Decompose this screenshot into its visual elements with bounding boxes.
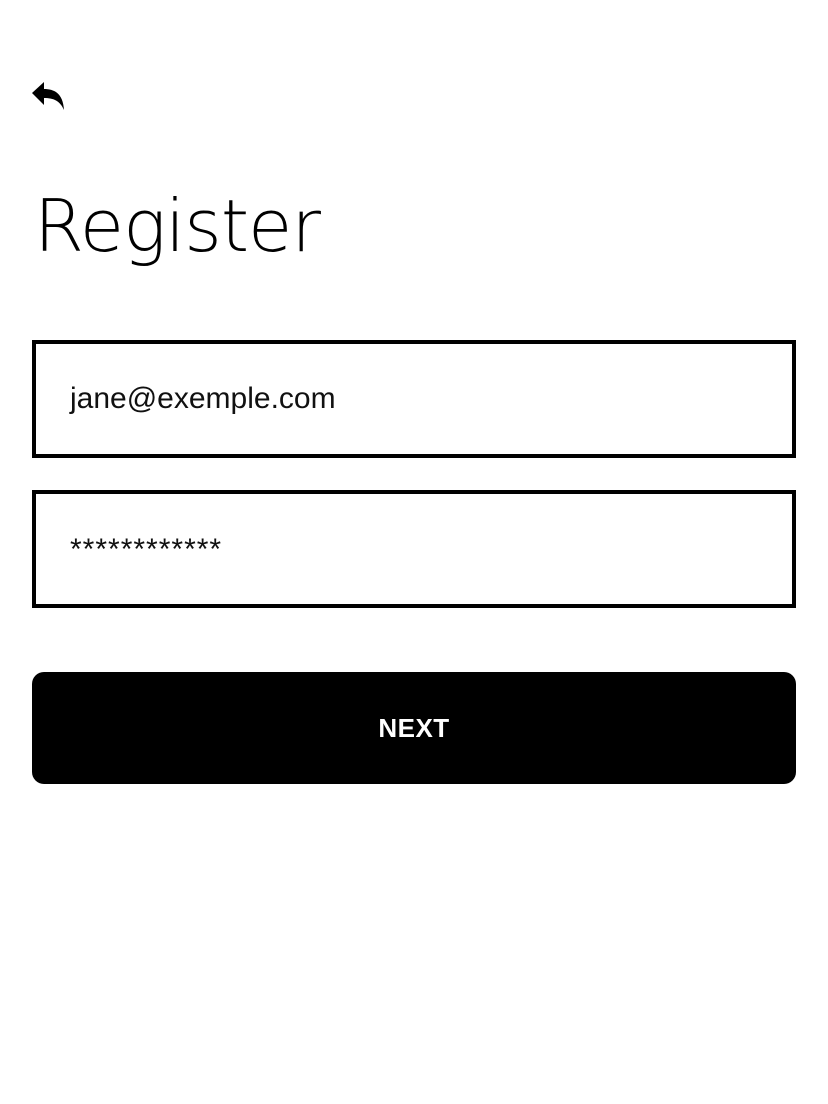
password-field[interactable]: ************ bbox=[32, 490, 796, 608]
page-title: Register bbox=[34, 184, 321, 268]
back-arrow-icon bbox=[30, 80, 68, 114]
password-field-value: ************ bbox=[70, 533, 223, 566]
back-button[interactable] bbox=[28, 78, 70, 116]
next-button[interactable]: NEXT bbox=[32, 672, 796, 784]
email-field-value: jane@exemple.com bbox=[70, 382, 336, 415]
next-button-label: NEXT bbox=[378, 712, 450, 743]
email-field[interactable]: jane@exemple.com bbox=[32, 340, 796, 458]
